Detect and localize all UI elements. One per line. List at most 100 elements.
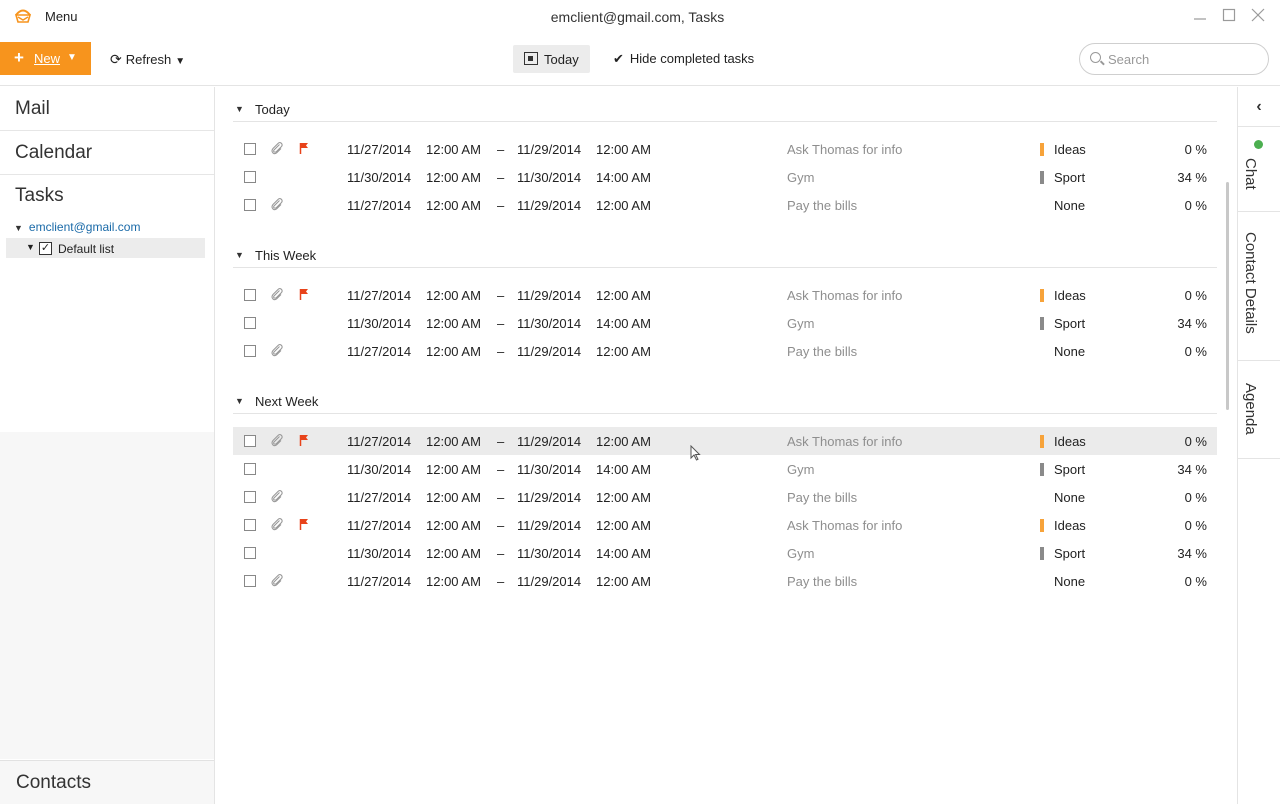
account-tree-item[interactable]: ▼ emclient@gmail.com: [14, 220, 140, 234]
collapse-group-icon[interactable]: ▼: [235, 396, 244, 406]
end-date: 11/29/2014: [517, 198, 582, 213]
start-time: 12:00 AM: [426, 490, 481, 505]
chevron-down-icon[interactable]: ▼: [175, 56, 185, 67]
end-time: 14:00 AM: [596, 316, 651, 331]
start-time: 12:00 AM: [426, 518, 481, 533]
group-header[interactable]: ▼ This Week: [233, 244, 1217, 268]
group-header[interactable]: ▼ Today: [233, 98, 1217, 122]
default-list-item[interactable]: ▼ ✓ Default list: [6, 238, 205, 258]
task-complete-checkbox[interactable]: [244, 491, 256, 503]
scrollbar[interactable]: [1226, 182, 1229, 410]
task-complete-checkbox[interactable]: [244, 143, 256, 155]
minimize-icon[interactable]: [1187, 6, 1213, 28]
task-complete-checkbox[interactable]: [244, 547, 256, 559]
task-complete-checkbox[interactable]: [244, 575, 256, 587]
sidebar: Mail Calendar Tasks ▼ emclient@gmail.com …: [0, 87, 215, 804]
date-separator: –: [497, 462, 505, 477]
list-checkbox[interactable]: ✓: [39, 242, 52, 255]
flag-icon[interactable]: [299, 434, 309, 446]
sidebar-item-mail[interactable]: Mail: [0, 87, 214, 131]
tab-chat[interactable]: Chat: [1238, 128, 1280, 212]
task-percent-complete: 34 %: [1177, 170, 1207, 185]
category-color-marker: [1040, 463, 1044, 476]
start-time: 12:00 AM: [426, 316, 481, 331]
today-button[interactable]: Today: [513, 45, 590, 73]
tab-agenda[interactable]: Agenda: [1238, 361, 1280, 459]
task-subject: Pay the bills: [787, 574, 858, 589]
task-complete-checkbox[interactable]: [244, 463, 256, 475]
task-complete-checkbox[interactable]: [244, 345, 256, 357]
task-complete-checkbox[interactable]: [244, 519, 256, 531]
table-row[interactable]: 11/30/2014 12:00 AM –11/30/2014 14:00 AM Gym…: [233, 309, 1217, 337]
category-color-marker: [1040, 435, 1044, 448]
flag-icon[interactable]: [299, 288, 309, 300]
sidebar-empty-area: [0, 432, 214, 759]
hide-completed-toggle[interactable]: ✔ Hide completed tasks: [613, 51, 754, 67]
task-percent-complete: 0 %: [1184, 344, 1207, 359]
task-subject: Ask Thomas for info: [787, 142, 903, 157]
chevron-down-icon[interactable]: ▼: [67, 52, 77, 63]
task-subject: Gym: [787, 462, 815, 477]
task-category: Ideas: [1054, 142, 1086, 157]
start-time: 12:00 AM: [426, 288, 481, 303]
checkmark-icon: ✔: [613, 51, 624, 66]
task-percent-complete: 34 %: [1177, 546, 1207, 561]
hide-completed-label: Hide completed tasks: [629, 51, 755, 66]
attachment-icon: [271, 198, 283, 211]
close-icon[interactable]: [1245, 6, 1271, 28]
table-row[interactable]: 11/27/2014 12:00 AM –11/29/2014 12:00 AM Ask…: [233, 281, 1217, 309]
end-date: 11/30/2014: [517, 170, 582, 185]
tab-contact-details-label: Contact Details: [1242, 232, 1259, 334]
table-row[interactable]: 11/27/2014 12:00 AM –11/29/2014 12:00 AM Pay…: [233, 567, 1217, 595]
table-row[interactable]: 11/27/2014 12:00 AM –11/29/2014 12:00 AM Ask…: [233, 511, 1217, 539]
expand-arrow-icon[interactable]: ▼: [14, 223, 23, 233]
sidebar-item-contacts[interactable]: Contacts: [0, 760, 214, 804]
new-button[interactable]: + New ▼: [0, 42, 91, 75]
category-color-marker: [1040, 547, 1044, 560]
collapse-panel-icon[interactable]: ‹: [1238, 87, 1280, 127]
end-time: 12:00 AM: [596, 288, 651, 303]
search-input[interactable]: [1108, 50, 1258, 68]
table-row[interactable]: 11/27/2014 12:00 AM –11/29/2014 12:00 AM Pay…: [233, 191, 1217, 219]
tab-agenda-label: Agenda: [1242, 383, 1259, 435]
attachment-icon: [271, 574, 283, 587]
sidebar-item-tasks[interactable]: Tasks: [15, 185, 64, 207]
task-complete-checkbox[interactable]: [244, 289, 256, 301]
collapse-group-icon[interactable]: ▼: [235, 250, 244, 260]
table-row[interactable]: 11/30/2014 12:00 AM –11/30/2014 14:00 AM Gym…: [233, 455, 1217, 483]
task-percent-complete: 34 %: [1177, 316, 1207, 331]
start-date: 11/27/2014: [347, 490, 412, 505]
toolbar: + New ▼ ⟳ Refresh ▼ Today ✔ Hide completed …: [0, 34, 1280, 86]
expand-arrow-icon[interactable]: ▼: [26, 242, 35, 252]
task-percent-complete: 0 %: [1184, 574, 1207, 589]
flag-icon[interactable]: [299, 518, 309, 530]
start-date: 11/27/2014: [347, 288, 412, 303]
task-complete-checkbox[interactable]: [244, 317, 256, 329]
table-row[interactable]: 11/27/2014 12:00 AM –11/29/2014 12:00 AM Pay…: [233, 483, 1217, 511]
tab-contact-details[interactable]: Contact Details: [1238, 212, 1280, 361]
group-header[interactable]: ▼ Next Week: [233, 390, 1217, 414]
task-complete-checkbox[interactable]: [244, 171, 256, 183]
attachment-icon: [271, 518, 283, 531]
task-category: Sport: [1054, 316, 1086, 331]
task-complete-checkbox[interactable]: [244, 199, 256, 211]
flag-icon[interactable]: [299, 142, 309, 154]
date-separator: –: [497, 142, 505, 157]
start-time: 12:00 AM: [426, 142, 481, 157]
start-time: 12:00 AM: [426, 344, 481, 359]
group-label: This Week: [255, 248, 317, 263]
task-percent-complete: 0 %: [1184, 518, 1207, 533]
table-row[interactable]: 11/27/2014 12:00 AM –11/29/2014 12:00 AM Ask…: [233, 135, 1217, 163]
maximize-icon[interactable]: [1216, 6, 1242, 28]
task-percent-complete: 34 %: [1177, 462, 1207, 477]
task-category: Sport: [1054, 546, 1086, 561]
table-row[interactable]: 11/27/2014 12:00 AM –11/29/2014 12:00 AM Pay…: [233, 337, 1217, 365]
collapse-group-icon[interactable]: ▼: [235, 104, 244, 114]
search-box[interactable]: [1079, 43, 1269, 75]
refresh-button[interactable]: ⟳ Refresh ▼: [110, 51, 185, 68]
table-row[interactable]: 11/27/2014 12:00 AM –11/29/2014 12:00 AM Ask…: [233, 427, 1217, 455]
table-row[interactable]: 11/30/2014 12:00 AM –11/30/2014 14:00 AM Gym…: [233, 163, 1217, 191]
task-complete-checkbox[interactable]: [244, 435, 256, 447]
table-row[interactable]: 11/30/2014 12:00 AM –11/30/2014 14:00 AM Gym…: [233, 539, 1217, 567]
sidebar-item-calendar[interactable]: Calendar: [0, 131, 214, 175]
